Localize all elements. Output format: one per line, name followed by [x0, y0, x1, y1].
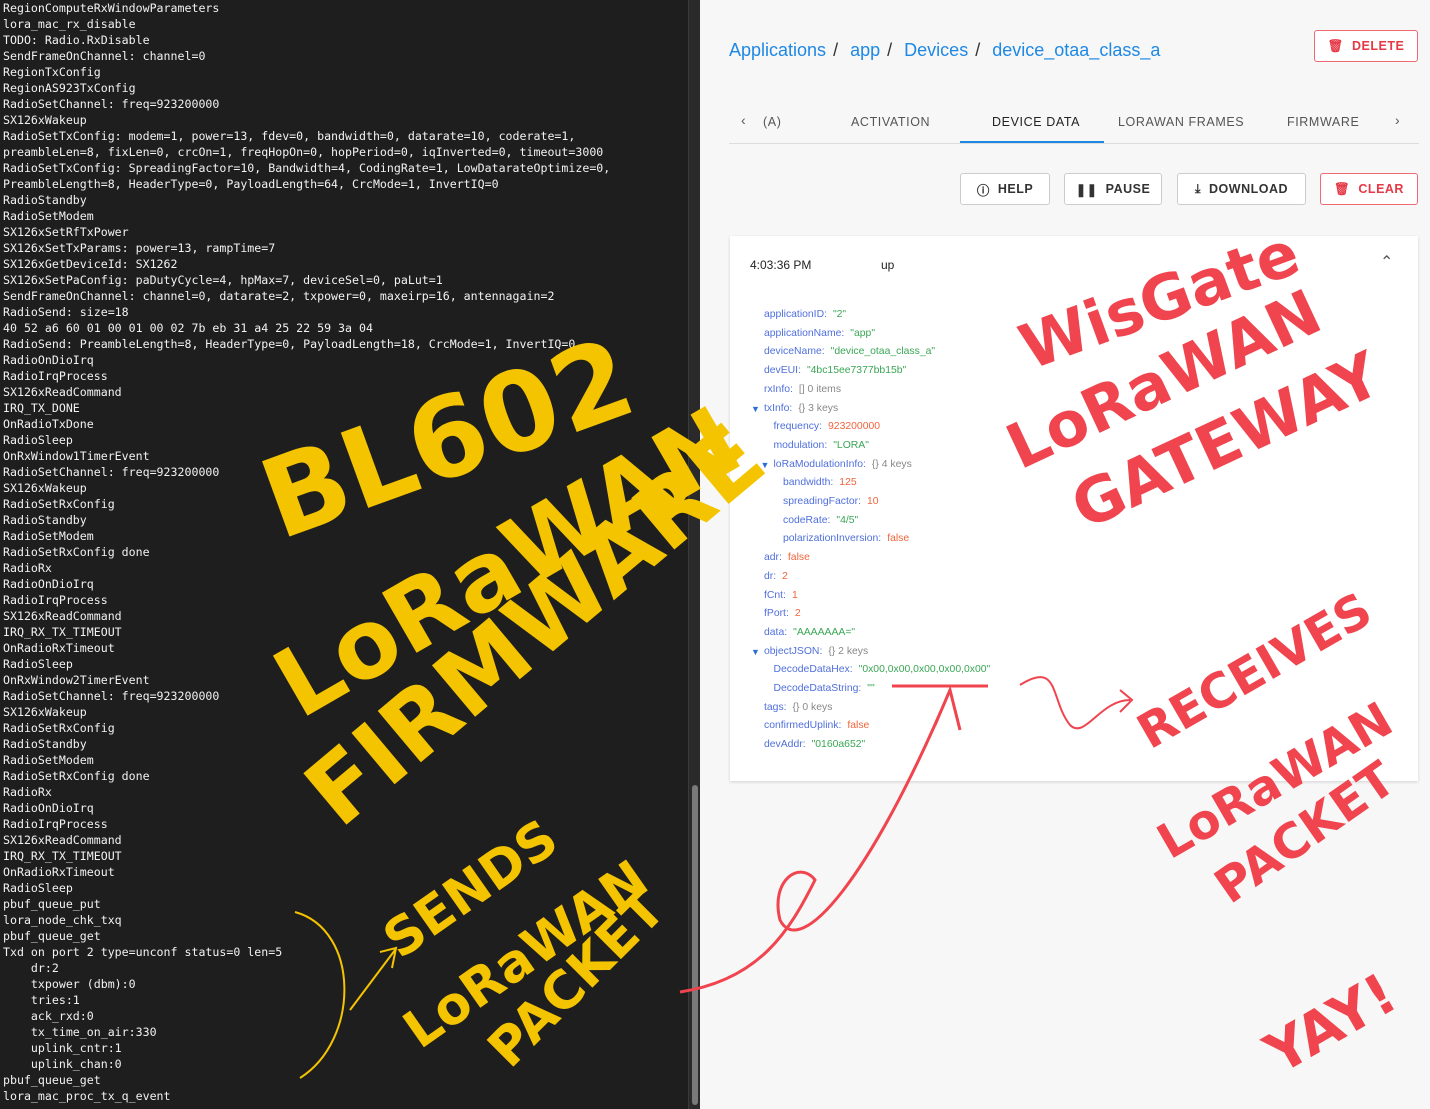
yellow-arrow: [294, 911, 398, 1079]
annotation-yay: YAY!: [1254, 961, 1408, 1087]
red-arrow-to-hex: [679, 684, 988, 994]
red-squiggle-arrow: [1019, 676, 1134, 730]
handwritten-annotations: BL602 LoRaWAN FIRMWARE SENDS LoRaWAN PAC…: [245, 216, 1408, 1088]
